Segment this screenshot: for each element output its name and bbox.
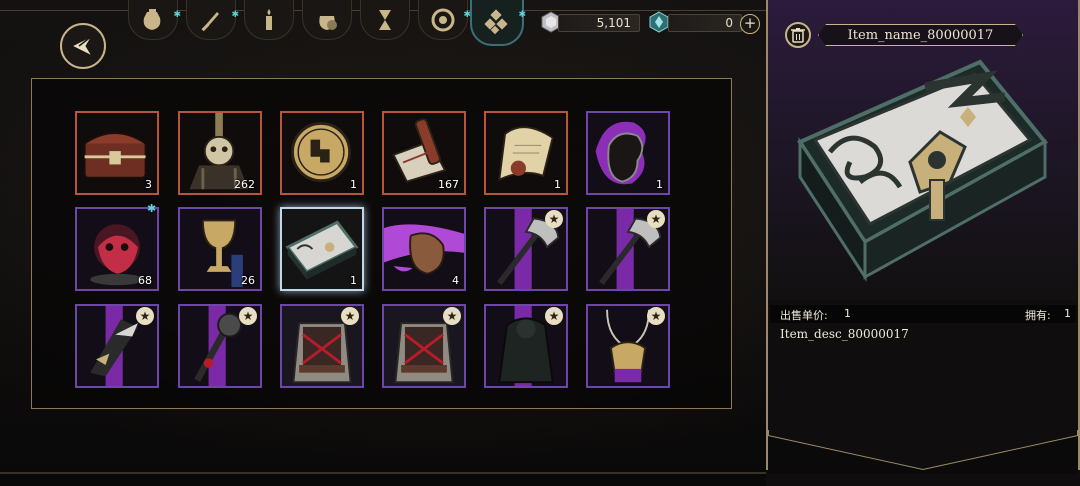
item-count: 26	[241, 274, 255, 287]
item-count: 1	[350, 178, 357, 191]
back-button[interactable]	[60, 23, 106, 69]
new-badge-icon: ✱	[231, 10, 239, 20]
pouch-icon	[143, 8, 161, 30]
item-count: 167	[438, 178, 459, 191]
star-icon: ★	[341, 307, 359, 325]
inventory-slot[interactable]: 1	[280, 111, 364, 195]
dagger-icon	[201, 11, 219, 31]
gems-icon	[484, 9, 508, 35]
owned-value: 1	[1064, 307, 1071, 320]
item-info-row: 出售单价: 1 拥有: 1	[770, 305, 1076, 323]
new-badge-icon: ✱	[173, 10, 181, 20]
star-icon: ★	[647, 210, 665, 228]
tab-dagger[interactable]: ✱	[186, 0, 239, 40]
inventory-slot[interactable]: 1	[280, 207, 364, 291]
item-count: 262	[234, 178, 255, 191]
item-count: 3	[145, 178, 152, 191]
tab-gems[interactable]: ✱	[470, 0, 526, 46]
trash-icon	[791, 28, 805, 43]
tab-hourglass[interactable]	[360, 0, 410, 40]
new-badge-icon: ✱	[147, 202, 157, 215]
new-badge-icon: ✱	[518, 10, 526, 20]
star-icon: ★	[239, 307, 257, 325]
star-icon: ★	[647, 307, 665, 325]
star-icon: ★	[443, 307, 461, 325]
item-count: 1	[656, 178, 663, 191]
inventory-slot[interactable]: 167	[382, 111, 466, 195]
delete-button[interactable]	[785, 22, 811, 48]
inventory-slot[interactable]: 68	[75, 207, 159, 291]
item-name: Item_name_80000017	[847, 27, 994, 43]
wheel-icon	[431, 8, 455, 31]
inventory-slot[interactable]: 26	[178, 207, 262, 291]
item-name-plate: Item_name_80000017	[818, 24, 1023, 46]
inventory-slot[interactable]: ★	[75, 304, 159, 388]
tab-wheel[interactable]: ✱	[418, 0, 471, 40]
price-value: 1	[844, 307, 851, 320]
star-icon: ★	[136, 307, 154, 325]
item-count: 1	[350, 274, 357, 287]
inventory-slot[interactable]: ★	[280, 304, 364, 388]
inventory-slot[interactable]: ★	[484, 304, 568, 388]
inventory-slot[interactable]: ★	[382, 304, 466, 388]
item-count: 68	[138, 274, 152, 287]
item-count: 4	[452, 274, 459, 287]
teal-gem-icon	[649, 11, 669, 33]
inventory-slot[interactable]: 4	[382, 207, 466, 291]
item-count: 1	[554, 178, 561, 191]
inventory-slot[interactable]: 3	[75, 111, 159, 195]
ornate-box-large-icon	[797, 59, 1049, 283]
price-label: 出售单价:	[780, 309, 828, 322]
add-currency-button[interactable]: +	[740, 14, 760, 34]
inventory-slot[interactable]: 262	[178, 111, 262, 195]
inventory-slot[interactable]: ★	[586, 207, 670, 291]
inventory-slot[interactable]: ★	[586, 304, 670, 388]
tab-pouch[interactable]: ✱	[128, 0, 181, 40]
banner-bottom-edge	[767, 430, 1079, 474]
gem-currency: 0	[668, 14, 742, 32]
back-arrow-icon	[70, 34, 94, 58]
coin-bag-icon	[319, 15, 337, 30]
inventory-slot[interactable]: ★	[178, 304, 262, 388]
star-icon: ★	[545, 210, 563, 228]
candle-icon	[266, 8, 272, 30]
gem-amount: 0	[725, 16, 733, 30]
owned-label: 拥有:	[1025, 309, 1051, 322]
tab-coin-bag[interactable]	[302, 0, 352, 40]
inventory-slot[interactable]: 1	[484, 111, 568, 195]
inventory-slot[interactable]: ★	[484, 207, 568, 291]
inventory-slot[interactable]: 1	[586, 111, 670, 195]
star-icon: ★	[545, 307, 563, 325]
item-description: Item_desc_80000017	[780, 327, 909, 341]
silver-currency: 5,101	[558, 14, 640, 32]
silver-amount: 5,101	[596, 16, 631, 30]
hourglass-icon	[379, 9, 391, 30]
tab-candle[interactable]	[244, 0, 294, 40]
